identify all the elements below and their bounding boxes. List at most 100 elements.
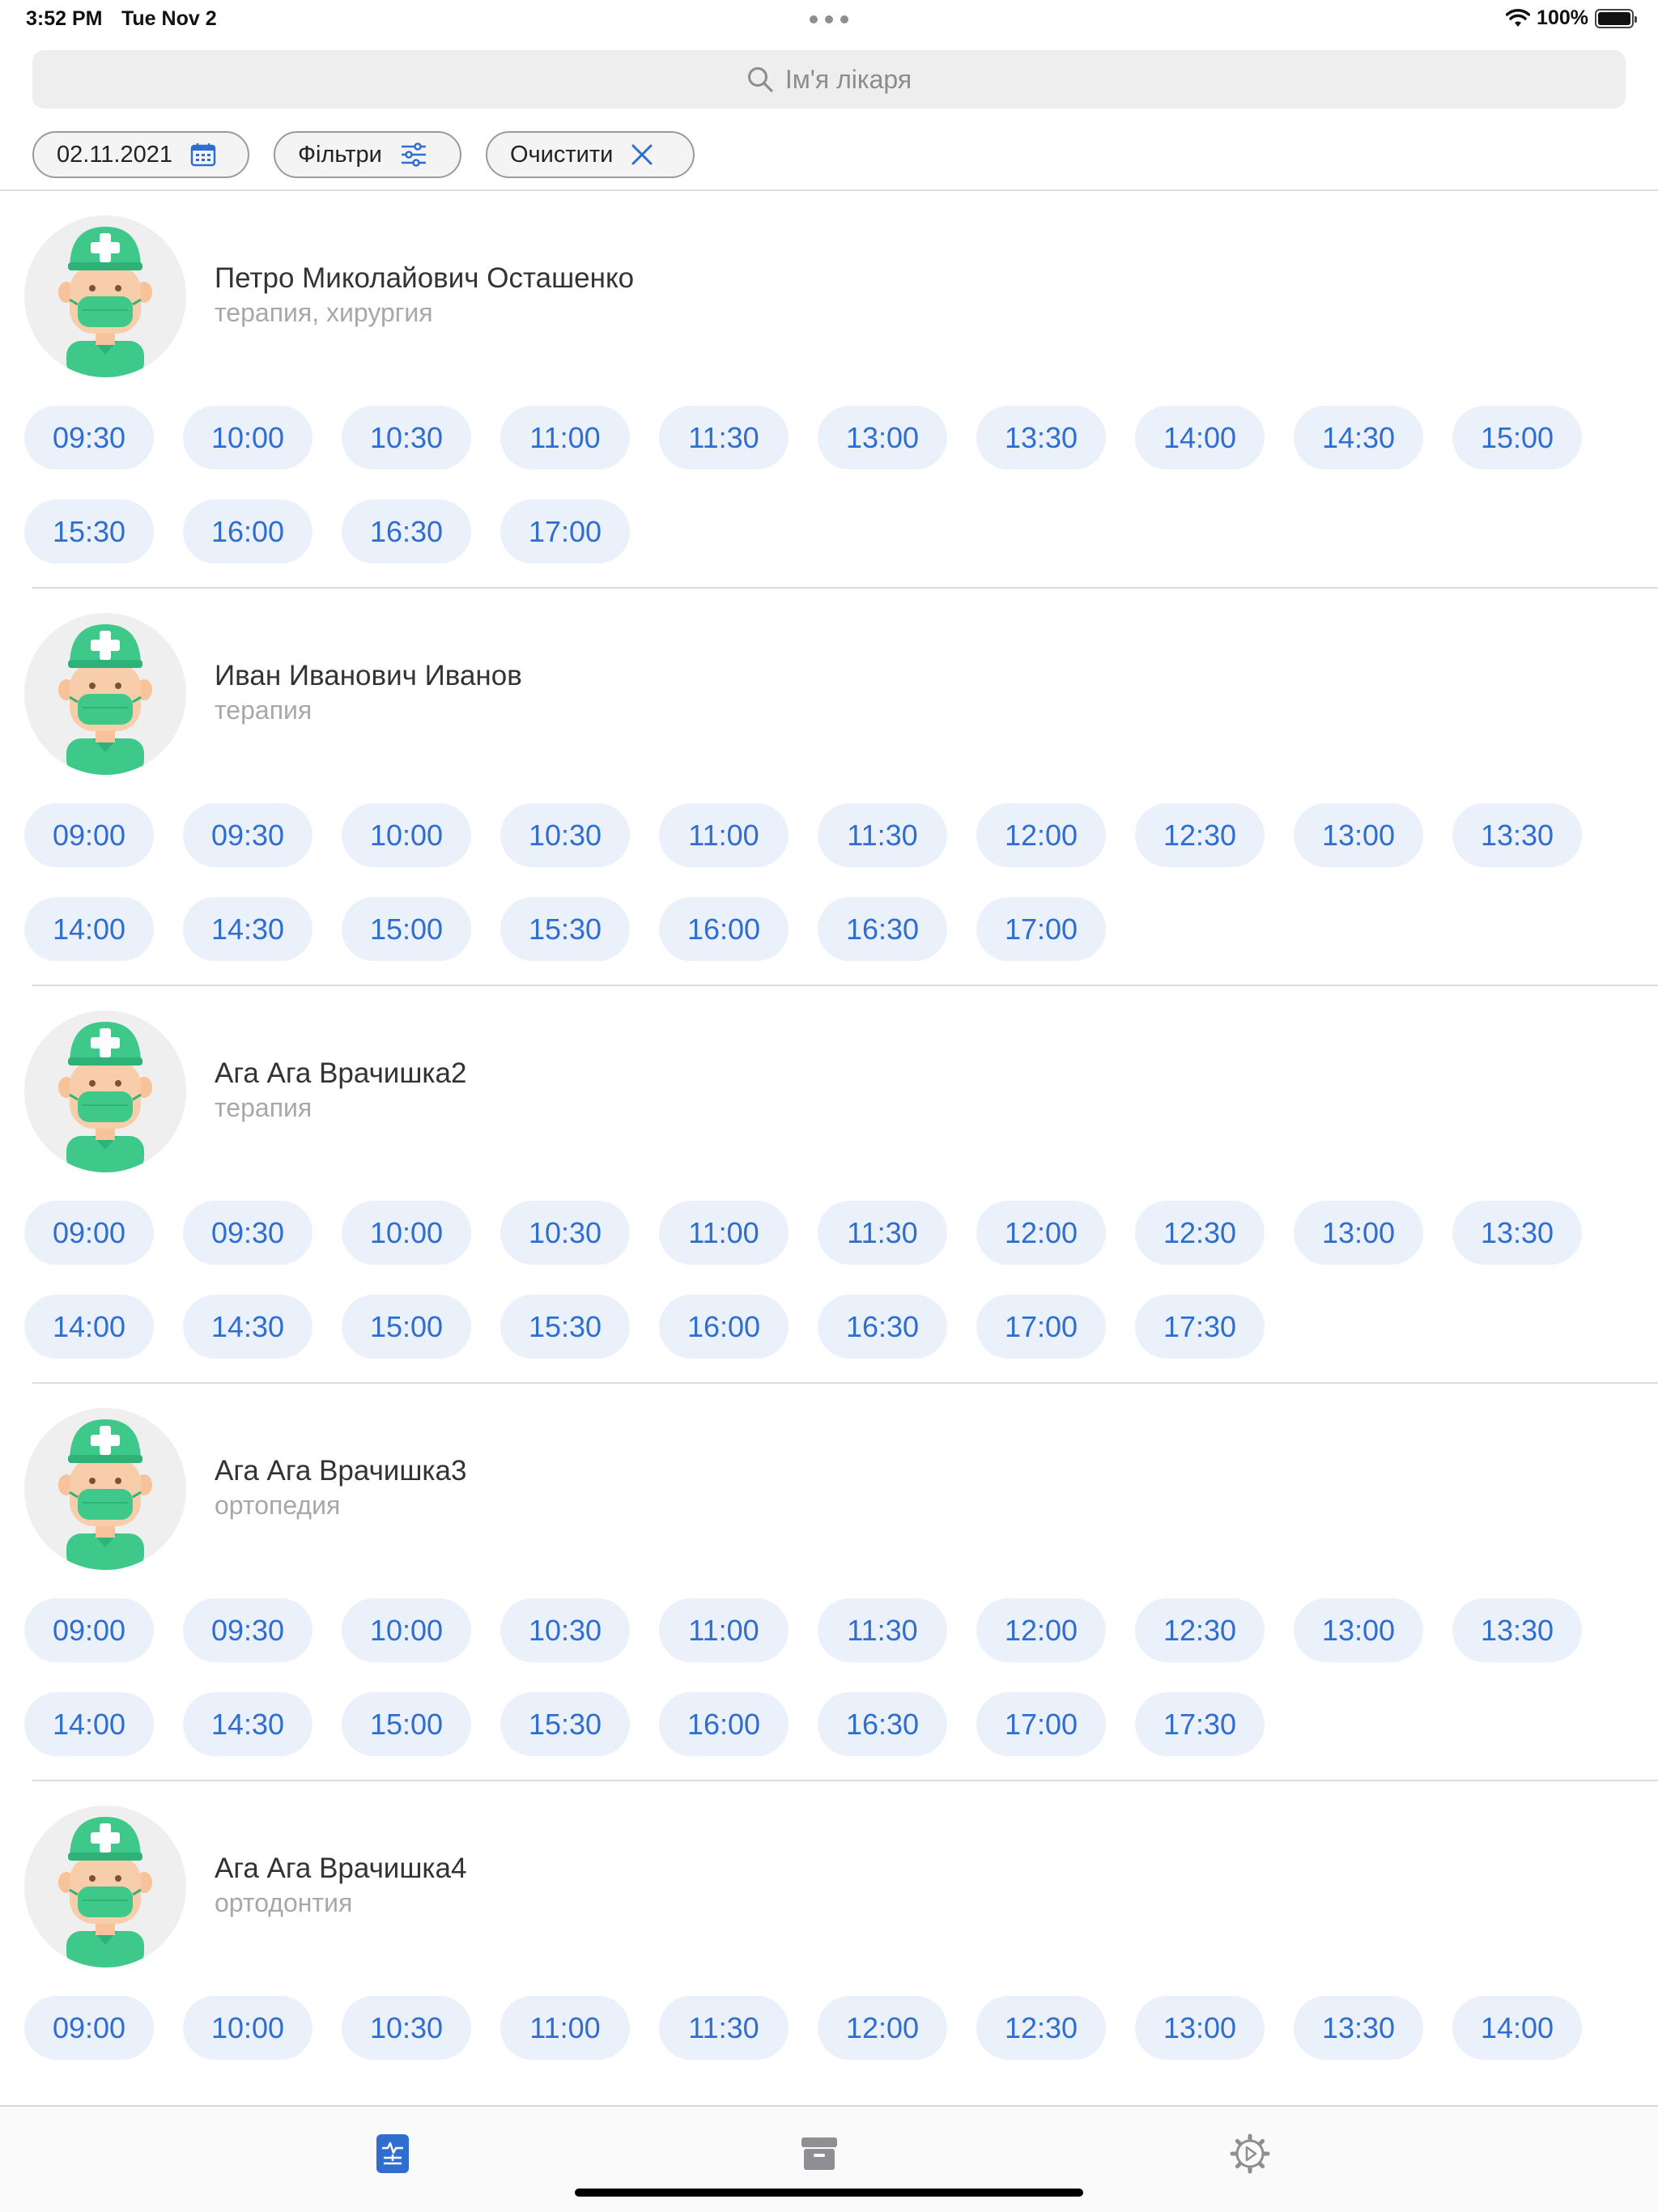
time-slot-button[interactable]: 15:30 [500,1692,630,1756]
time-slot-button[interactable]: 12:30 [1135,803,1265,867]
multitasking-dots-icon[interactable] [810,8,848,31]
time-slot-button[interactable]: 09:30 [183,803,312,867]
time-slot-button[interactable]: 15:30 [24,500,154,564]
time-slot-button[interactable]: 16:30 [342,500,471,564]
tab-schedule[interactable] [368,2129,417,2178]
filters-label: Фільтри [298,141,382,168]
time-slot-button[interactable]: 10:30 [342,1996,471,2060]
time-slot-button[interactable]: 13:00 [1294,1201,1423,1265]
time-slot-button[interactable]: 14:00 [24,1295,154,1359]
time-slot-button[interactable]: 11:30 [818,803,947,867]
doctor-name: Иван Иванович Иванов [215,660,522,691]
time-slot-button[interactable]: 09:00 [24,1996,154,2060]
clear-filters-button[interactable]: Очистити [486,131,695,178]
time-slot-button[interactable]: 10:30 [500,1201,630,1265]
date-picker-button[interactable]: 02.11.2021 [32,131,249,178]
time-slot-button[interactable]: 14:30 [183,1295,312,1359]
doctor-card: Ага Ага Врачишка4 ортодонтия 09:00 10:00 1… [0,1781,1658,2105]
time-slot-button[interactable]: 13:30 [1294,1996,1423,2060]
time-slot-button[interactable]: 17:30 [1135,1692,1265,1756]
filters-button[interactable]: Фільтри [274,131,461,178]
time-slot-button[interactable]: 16:30 [818,1692,947,1756]
time-slot-button[interactable]: 11:30 [818,1201,947,1265]
time-slot-button[interactable]: 10:00 [342,1598,471,1662]
time-slot-button[interactable]: 15:30 [500,1295,630,1359]
time-slots: 09:30 10:00 10:30 11:00 11:30 13:00 13:30 14:00… [24,406,1635,564]
time-slot-button[interactable]: 12:30 [1135,1201,1265,1265]
time-slot-button[interactable]: 13:30 [976,406,1106,470]
time-slot-button[interactable]: 15:00 [342,897,471,961]
time-slot-button[interactable]: 10:30 [342,406,471,470]
time-slot-button[interactable]: 12:00 [976,1201,1106,1265]
time-slot-button[interactable]: 09:00 [24,1598,154,1662]
time-slot-button[interactable]: 10:00 [183,1996,312,2060]
time-slot-button[interactable]: 12:00 [976,803,1106,867]
time-slot-button[interactable]: 11:00 [500,1996,630,2060]
time-slot-button[interactable]: 13:00 [1135,1996,1265,2060]
doctor-avatar[interactable] [24,613,186,775]
time-slot-button[interactable]: 11:30 [659,406,789,470]
time-slot-button[interactable]: 17:00 [500,500,630,564]
time-slot-button[interactable]: 16:00 [183,500,312,564]
time-slot-button[interactable]: 14:00 [24,1692,154,1756]
doctor-avatar[interactable] [24,1010,186,1172]
time-slot-button[interactable]: 16:00 [659,897,789,961]
time-slot-button[interactable]: 14:00 [24,897,154,961]
time-slot-button[interactable]: 10:00 [342,803,471,867]
doctor-avatar[interactable] [24,1408,186,1570]
time-slot-button[interactable]: 17:00 [976,897,1106,961]
time-slot-button[interactable]: 16:00 [659,1692,789,1756]
time-slot-button[interactable]: 10:30 [500,803,630,867]
time-slot-button[interactable]: 12:30 [1135,1598,1265,1662]
time-slot-button[interactable]: 14:30 [183,897,312,961]
doctor-avatar[interactable] [24,1806,186,1967]
time-slot-button[interactable]: 11:30 [818,1598,947,1662]
search-icon [747,67,773,92]
schedule-icon [376,2134,409,2173]
time-slot-button[interactable]: 10:30 [500,1598,630,1662]
time-slot-button[interactable]: 14:30 [1294,406,1423,470]
home-indicator[interactable] [575,2189,1083,2197]
time-slot-button[interactable]: 12:30 [976,1996,1106,2060]
time-slot-button[interactable]: 11:00 [659,803,789,867]
time-slot-button[interactable]: 13:00 [1294,1598,1423,1662]
time-slot-button[interactable]: 11:30 [659,1996,789,2060]
time-slot-button[interactable]: 12:00 [976,1598,1106,1662]
time-slot-button[interactable]: 15:00 [342,1295,471,1359]
time-slot-button[interactable]: 09:00 [24,1201,154,1265]
time-slot-button[interactable]: 12:00 [818,1996,947,2060]
time-slot-button[interactable]: 09:30 [183,1201,312,1265]
time-slot-button[interactable]: 13:30 [1452,1598,1582,1662]
doctor-list[interactable]: Петро Миколайович Осташенко терапия, хир… [0,191,1658,2105]
time-slot-button[interactable]: 13:30 [1452,1201,1582,1265]
time-slot-button[interactable]: 15:30 [500,897,630,961]
time-slot-button[interactable]: 15:00 [1452,406,1582,470]
time-slot-button[interactable]: 13:00 [1294,803,1423,867]
time-slot-button[interactable]: 14:00 [1452,1996,1582,2060]
time-slot-button[interactable]: 17:00 [976,1295,1106,1359]
tab-settings[interactable] [1226,2129,1274,2178]
time-slot-button[interactable]: 09:30 [183,1598,312,1662]
time-slot-button[interactable]: 16:30 [818,897,947,961]
time-slot-button[interactable]: 11:00 [659,1598,789,1662]
time-slot-button[interactable]: 17:00 [976,1692,1106,1756]
time-slot-button[interactable]: 09:00 [24,803,154,867]
time-slot-button[interactable]: 16:00 [659,1295,789,1359]
time-slot-button[interactable]: 16:30 [818,1295,947,1359]
time-slot-button[interactable]: 14:00 [1135,406,1265,470]
time-slots: 09:00 10:00 10:30 11:00 11:30 12:00 12:30 13:00… [24,1996,1635,2060]
time-slot-button[interactable]: 14:30 [183,1692,312,1756]
time-slot-button[interactable]: 10:00 [342,1201,471,1265]
doctor-search-input[interactable]: Ім'я лікаря [32,50,1626,108]
doctor-name: Петро Миколайович Осташенко [215,262,635,294]
time-slot-button[interactable]: 09:30 [24,406,154,470]
time-slot-button[interactable]: 11:00 [659,1201,789,1265]
time-slot-button[interactable]: 13:30 [1452,803,1582,867]
time-slot-button[interactable]: 10:00 [183,406,312,470]
time-slot-button[interactable]: 11:00 [500,406,630,470]
time-slot-button[interactable]: 13:00 [818,406,947,470]
time-slot-button[interactable]: 17:30 [1135,1295,1265,1359]
time-slot-button[interactable]: 15:00 [342,1692,471,1756]
tab-archive[interactable] [795,2129,844,2178]
doctor-avatar[interactable] [24,215,186,377]
